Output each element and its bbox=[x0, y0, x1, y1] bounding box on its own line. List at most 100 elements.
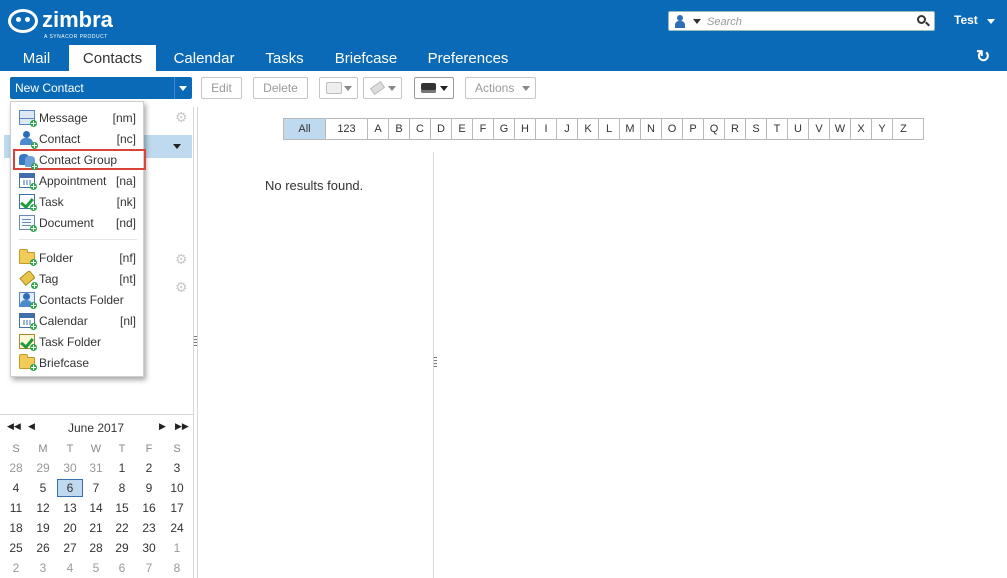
calendar-day[interactable]: 8 bbox=[164, 559, 190, 577]
calendar-day[interactable]: 1 bbox=[164, 539, 190, 557]
delete-button[interactable]: Delete bbox=[253, 77, 308, 99]
zimbra-logo[interactable]: zimbra A SYNACOR PRODUCT bbox=[8, 7, 128, 40]
actions-button[interactable]: Actions bbox=[465, 77, 536, 99]
tab-mail[interactable]: Mail bbox=[9, 45, 64, 71]
menu-item-message[interactable]: Message [nm] bbox=[11, 107, 145, 128]
calendar-day[interactable]: 1 bbox=[109, 459, 135, 477]
gear-icon[interactable]: ⚙ bbox=[175, 252, 189, 266]
tag-button[interactable] bbox=[363, 77, 402, 99]
calendar-day[interactable]: 20 bbox=[57, 519, 83, 537]
alpha-v[interactable]: V bbox=[809, 119, 830, 139]
menu-item-appointment[interactable]: Appointment [na] bbox=[11, 170, 145, 191]
calendar-day[interactable]: 7 bbox=[136, 559, 162, 577]
menu-item-calendar[interactable]: Calendar [nl] bbox=[11, 310, 145, 331]
calendar-day[interactable]: 17 bbox=[164, 499, 190, 517]
alpha-y[interactable]: Y bbox=[872, 119, 893, 139]
calendar-day[interactable]: 29 bbox=[109, 539, 135, 557]
calendar-day[interactable]: 30 bbox=[57, 459, 83, 477]
calendar-day[interactable]: 14 bbox=[83, 499, 109, 517]
tab-contacts[interactable]: Contacts bbox=[69, 45, 156, 71]
alpha-x[interactable]: X bbox=[851, 119, 872, 139]
calendar-day[interactable]: 28 bbox=[3, 459, 29, 477]
menu-item-folder[interactable]: Folder [nf] bbox=[11, 247, 145, 268]
next-year-icon[interactable]: ▶▶ bbox=[175, 421, 189, 431]
next-month-icon[interactable]: ▶ bbox=[159, 421, 166, 431]
alpha-123[interactable]: 123 bbox=[326, 119, 368, 139]
calendar-day[interactable]: 16 bbox=[136, 499, 162, 517]
alpha-n[interactable]: N bbox=[641, 119, 662, 139]
calendar-month-title[interactable]: June 2017 bbox=[60, 421, 132, 435]
alpha-j[interactable]: J bbox=[557, 119, 578, 139]
calendar-day[interactable]: 19 bbox=[30, 519, 56, 537]
alpha-a[interactable]: A bbox=[368, 119, 389, 139]
alpha-d[interactable]: D bbox=[431, 119, 452, 139]
calendar-day[interactable]: 3 bbox=[30, 559, 56, 577]
calendar-day[interactable]: 2 bbox=[3, 559, 29, 577]
calendar-day[interactable]: 23 bbox=[136, 519, 162, 537]
calendar-day[interactable]: 4 bbox=[57, 559, 83, 577]
move-button[interactable] bbox=[319, 77, 358, 99]
calendar-day[interactable]: 27 bbox=[57, 539, 83, 557]
alpha-u[interactable]: U bbox=[788, 119, 809, 139]
calendar-day[interactable]: 4 bbox=[3, 479, 29, 497]
calendar-day[interactable]: 2 bbox=[136, 459, 162, 477]
menu-item-task-folder[interactable]: Task Folder bbox=[11, 331, 145, 352]
search-icon[interactable] bbox=[916, 14, 930, 28]
refresh-icon[interactable]: ↻ bbox=[976, 48, 992, 65]
calendar-day[interactable]: 18 bbox=[3, 519, 29, 537]
calendar-day-today[interactable]: 6 bbox=[57, 479, 83, 497]
previous-year-icon[interactable]: ◀◀ bbox=[7, 421, 21, 431]
calendar-day[interactable]: 26 bbox=[30, 539, 56, 557]
alpha-k[interactable]: K bbox=[578, 119, 599, 139]
calendar-day[interactable]: 5 bbox=[83, 559, 109, 577]
calendar-day[interactable]: 3 bbox=[164, 459, 190, 477]
calendar-day[interactable]: 13 bbox=[57, 499, 83, 517]
calendar-day[interactable]: 9 bbox=[136, 479, 162, 497]
menu-item-task[interactable]: Task [nk] bbox=[11, 191, 145, 212]
alpha-all[interactable]: All bbox=[284, 119, 326, 139]
menu-item-contacts-folder[interactable]: Contacts Folder bbox=[11, 289, 145, 310]
edit-button[interactable]: Edit bbox=[201, 77, 242, 99]
menu-item-contact-group[interactable]: Contact Group bbox=[13, 149, 146, 170]
previous-month-icon[interactable]: ◀ bbox=[28, 421, 35, 431]
search-scope-person-icon[interactable] bbox=[675, 15, 685, 28]
calendar-day[interactable]: 11 bbox=[3, 499, 29, 517]
alpha-g[interactable]: G bbox=[494, 119, 515, 139]
alpha-i[interactable]: I bbox=[536, 119, 557, 139]
new-contact-button[interactable]: New Contact bbox=[10, 77, 192, 99]
alpha-r[interactable]: R bbox=[725, 119, 746, 139]
alpha-o[interactable]: O bbox=[662, 119, 683, 139]
user-menu-chevron-down-icon[interactable] bbox=[987, 19, 995, 24]
menu-item-briefcase[interactable]: Briefcase bbox=[11, 352, 145, 373]
calendar-day[interactable]: 6 bbox=[109, 559, 135, 577]
gear-icon[interactable]: ⚙ bbox=[175, 110, 189, 124]
alpha-p[interactable]: P bbox=[683, 119, 704, 139]
print-button[interactable] bbox=[414, 77, 454, 99]
folder-options-chevron-down-icon[interactable] bbox=[173, 144, 181, 149]
menu-item-tag[interactable]: Tag [nt] bbox=[11, 268, 145, 289]
menu-item-contact[interactable]: Contact [nc] bbox=[11, 128, 145, 149]
alpha-f[interactable]: F bbox=[473, 119, 494, 139]
search-scope-chevron-down-icon[interactable] bbox=[693, 19, 701, 24]
menu-item-document[interactable]: Document [nd] bbox=[11, 212, 145, 233]
calendar-day[interactable]: 25 bbox=[3, 539, 29, 557]
calendar-day[interactable]: 8 bbox=[109, 479, 135, 497]
alpha-c[interactable]: C bbox=[410, 119, 431, 139]
alpha-s[interactable]: S bbox=[746, 119, 767, 139]
search-input[interactable] bbox=[707, 14, 907, 29]
calendar-day[interactable]: 15 bbox=[109, 499, 135, 517]
gear-icon[interactable]: ⚙ bbox=[175, 280, 189, 294]
alpha-e[interactable]: E bbox=[452, 119, 473, 139]
tab-tasks[interactable]: Tasks bbox=[257, 45, 312, 71]
alpha-m[interactable]: M bbox=[620, 119, 641, 139]
splitter-grip-icon[interactable] bbox=[194, 336, 197, 348]
alpha-z[interactable]: Z bbox=[893, 119, 914, 139]
alpha-t[interactable]: T bbox=[767, 119, 788, 139]
calendar-day[interactable]: 24 bbox=[164, 519, 190, 537]
calendar-day[interactable]: 29 bbox=[30, 459, 56, 477]
alpha-q[interactable]: Q bbox=[704, 119, 725, 139]
alpha-l[interactable]: L bbox=[599, 119, 620, 139]
user-menu[interactable]: Test bbox=[954, 13, 978, 27]
tab-calendar[interactable]: Calendar bbox=[164, 45, 244, 71]
calendar-day[interactable]: 10 bbox=[164, 479, 190, 497]
